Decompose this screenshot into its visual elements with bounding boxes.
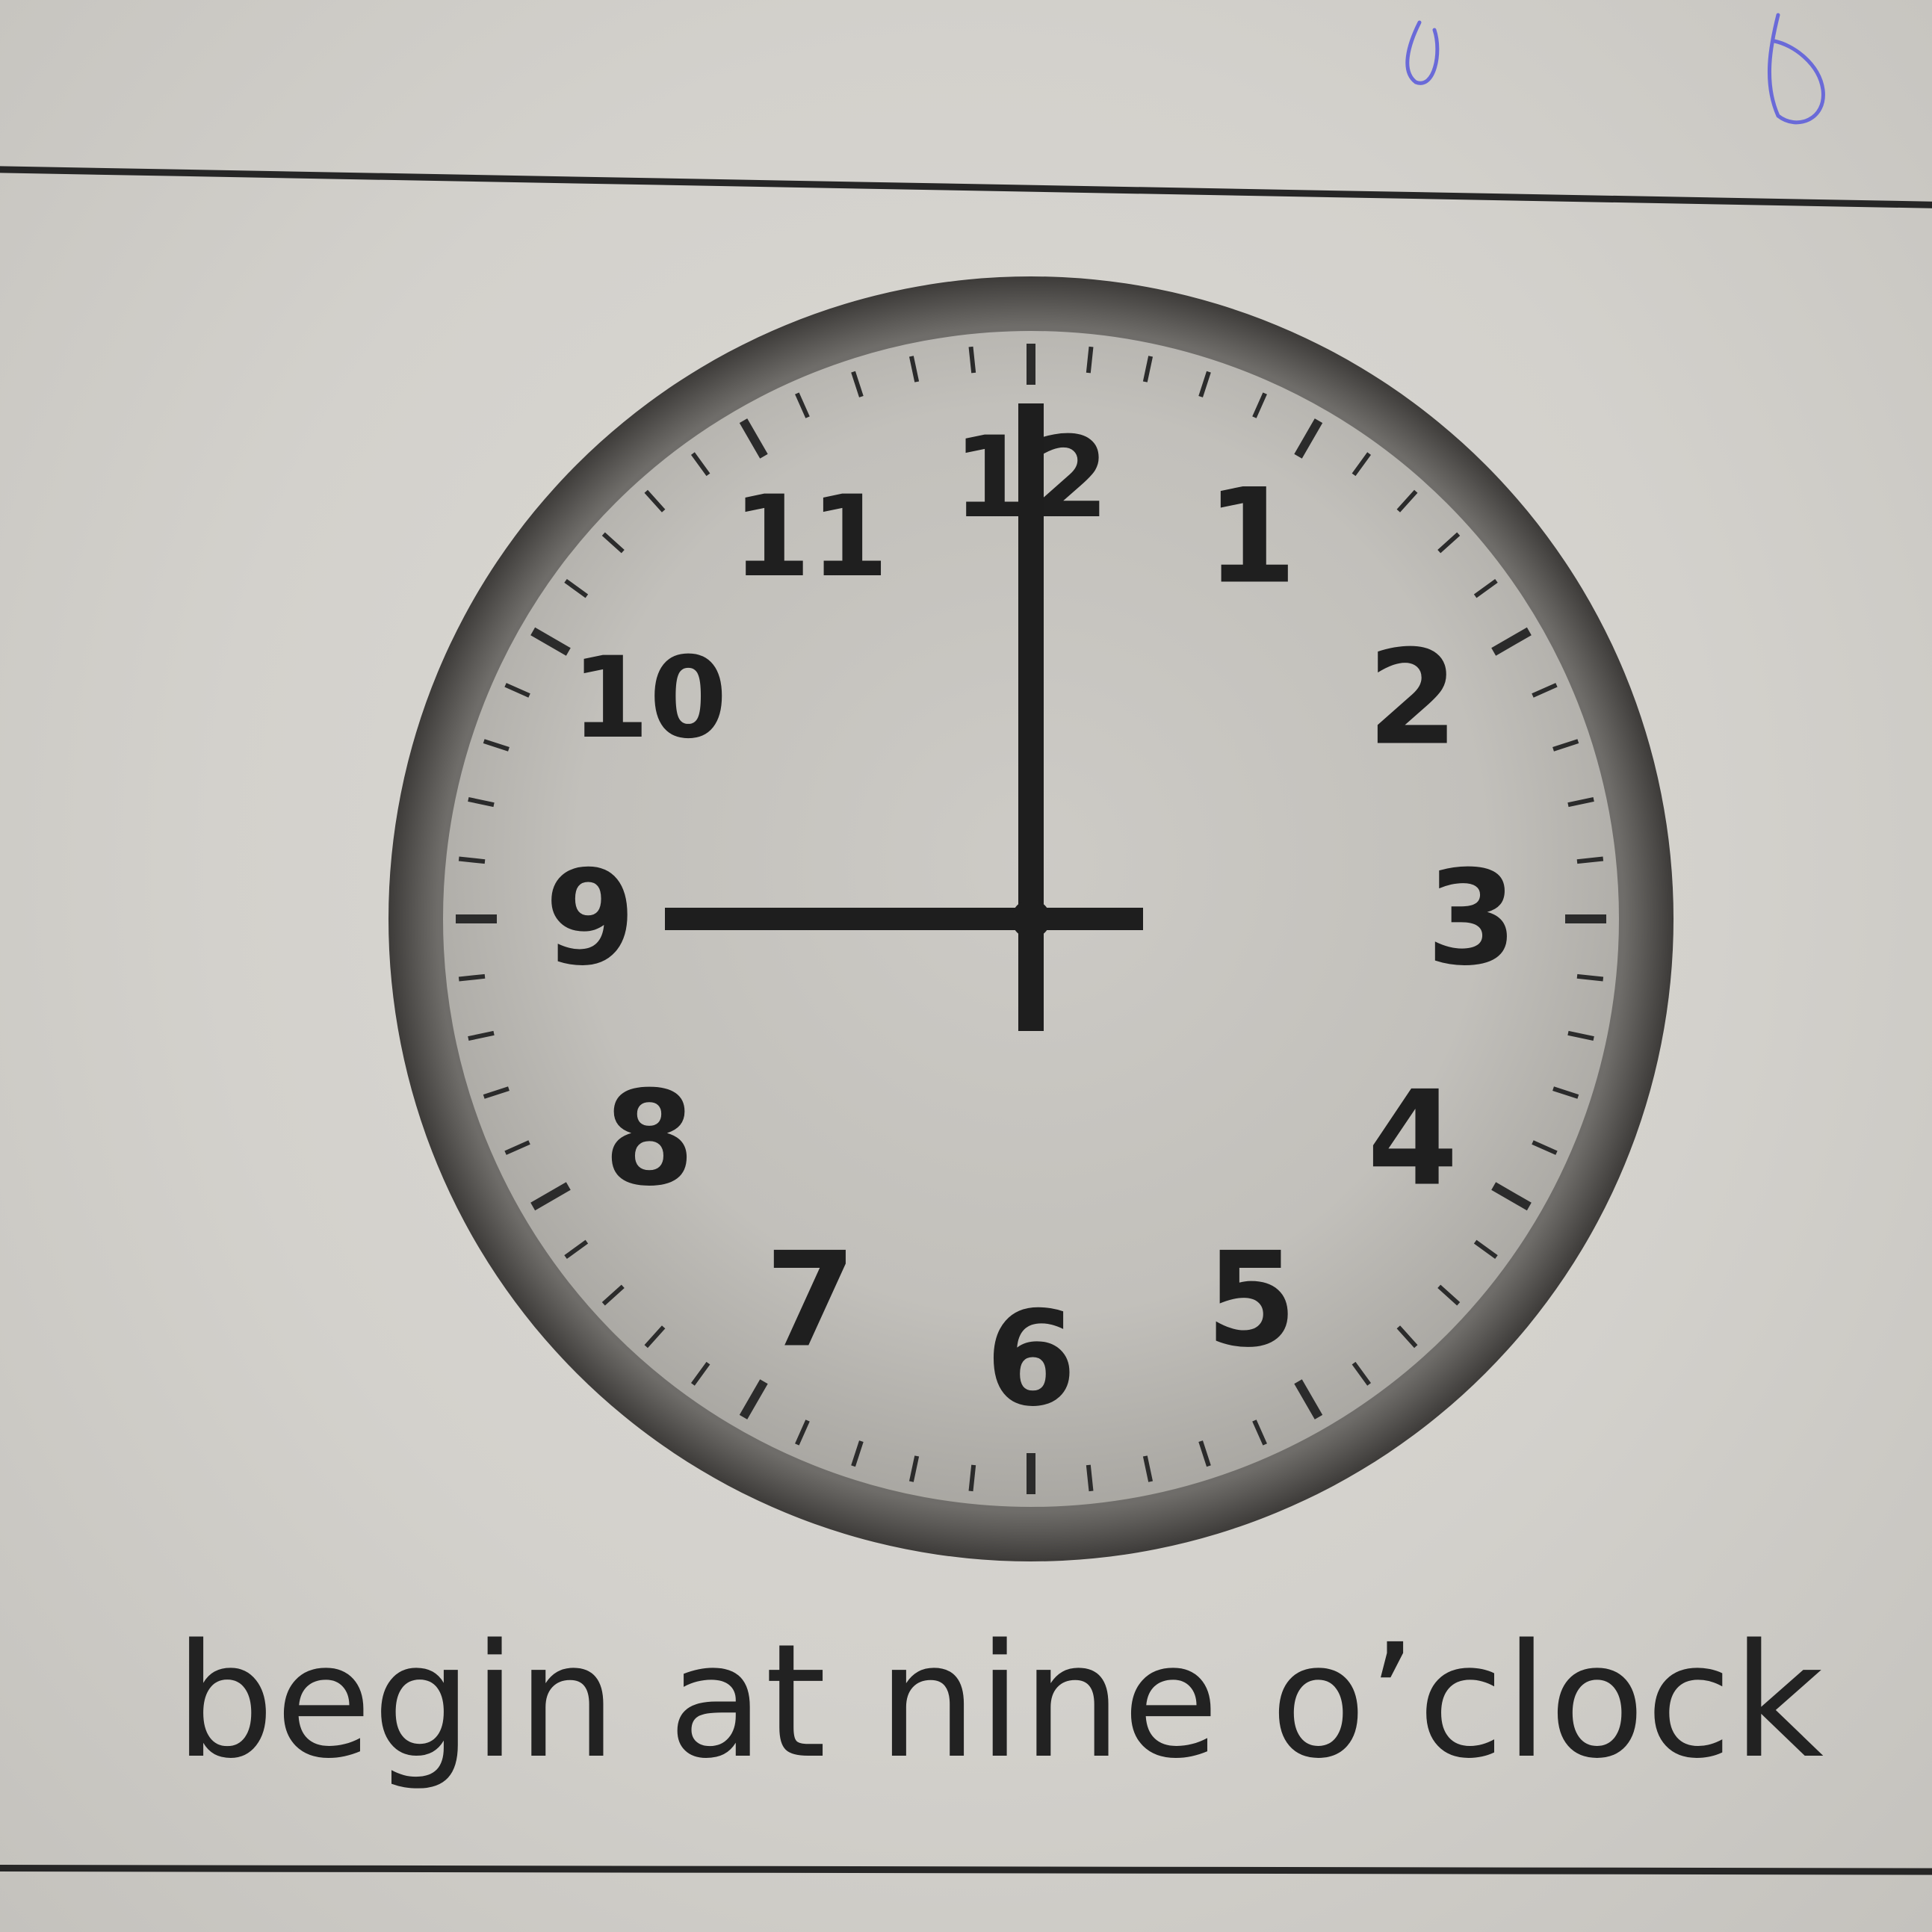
numeral-9: 9 (545, 843, 636, 995)
pen-mark-right (1767, 13, 1825, 125)
numeral-10: 10 (572, 634, 728, 764)
minute-tick (968, 346, 976, 374)
hand-hub (1012, 900, 1050, 938)
minute-tick (968, 1464, 976, 1492)
minute-tick (1086, 346, 1094, 374)
worksheet-photo: 121234567891011 begin at nine o’clock (0, 0, 1932, 1932)
clock: 121234567891011 (388, 276, 1674, 1561)
numeral-7: 7 (765, 1224, 856, 1376)
numeral-6: 6 (985, 1284, 1077, 1436)
numeral-1: 1 (1206, 462, 1297, 613)
minute-tick (1086, 1464, 1094, 1492)
minute-tick (458, 973, 486, 982)
numeral-4: 4 (1367, 1064, 1458, 1216)
minute-tick (1576, 973, 1604, 982)
caption-text: begin at nine o’clock (175, 1610, 1824, 1793)
handwritten-pen-marks (1405, 13, 1825, 125)
numeral-2: 2 (1367, 623, 1458, 775)
minute-tick (1576, 856, 1604, 864)
numeral-8: 8 (604, 1064, 695, 1216)
numeral-11: 11 (733, 472, 889, 602)
numeral-5: 5 (1206, 1224, 1297, 1376)
pen-mark-left (1405, 20, 1440, 85)
minute-tick (458, 856, 486, 864)
bottom-rule-line (0, 1865, 1932, 1875)
numeral-3: 3 (1426, 843, 1517, 995)
top-rule-line (0, 166, 1932, 209)
